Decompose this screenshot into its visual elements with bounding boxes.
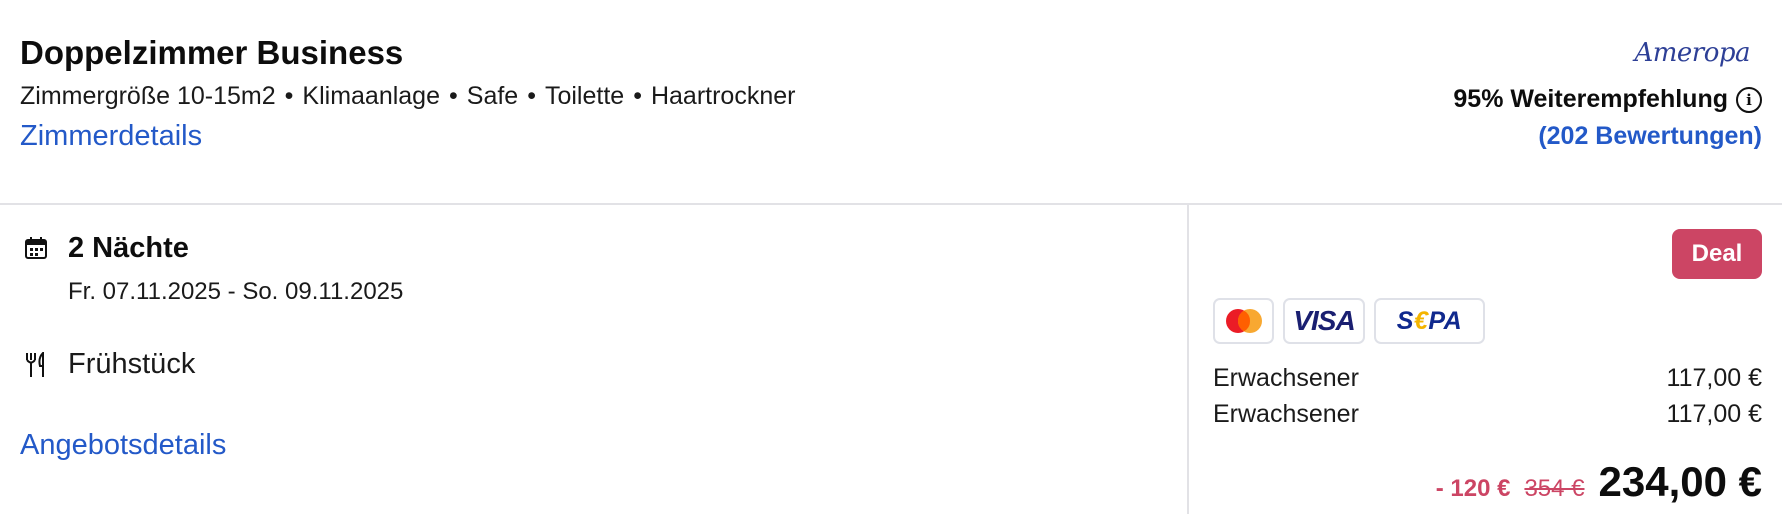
sepa-text-euro: € — [1413, 306, 1429, 335]
provider-logo: Ameropa — [1634, 38, 1750, 68]
room-details-link[interactable]: Zimmerdetails — [20, 120, 202, 153]
reviews-link[interactable]: (202 Bewertungen) — [1538, 122, 1762, 151]
calendar-icon — [25, 237, 47, 259]
price-row-value: 117,00 € — [1666, 400, 1762, 428]
nights-count: 2 Nächte — [68, 232, 189, 264]
separator-dot: • — [284, 82, 294, 110]
deal-badge: Deal — [1672, 229, 1762, 279]
feature-hairdryer: Haartrockner — [650, 82, 796, 110]
feature-aircon: Klimaanlage — [302, 82, 440, 110]
room-title: Doppelzimmer Business — [20, 34, 404, 71]
separator-dot: • — [633, 82, 642, 110]
price-row: Erwachsener 117,00 € — [1213, 400, 1762, 429]
price-row-label: Erwachsener — [1213, 364, 1359, 392]
info-icon[interactable]: i — [1736, 86, 1762, 113]
sepa-text-s: S — [1396, 306, 1414, 335]
fork-knife-icon — [26, 352, 44, 377]
price-row-value: 117,00 € — [1666, 364, 1762, 392]
sepa-icon: S € PA — [1374, 298, 1485, 344]
discount-amount: - 120 € — [1435, 475, 1511, 502]
feature-safe: Safe — [466, 82, 519, 110]
visa-text: VISA — [1293, 305, 1355, 336]
recommendation: 95% Weiterempfehlung i — [1453, 85, 1762, 114]
separator-dot: • — [449, 82, 458, 110]
offer-details-link[interactable]: Angebotsdetails — [20, 429, 226, 462]
visa-icon: VISA — [1283, 298, 1365, 344]
board-type: Frühstück — [68, 348, 196, 380]
feature-toilet: Toilette — [544, 82, 625, 110]
price-row: Erwachsener 117,00 € — [1213, 364, 1762, 393]
mastercard-icon — [1213, 298, 1274, 344]
stay-dates: Fr. 07.11.2025 - So. 09.11.2025 — [68, 278, 404, 305]
payment-methods: VISA S € PA — [1213, 298, 1485, 344]
price-row-label: Erwachsener — [1213, 400, 1359, 428]
price-totals: - 120 € 354 € 234,00 € — [1436, 458, 1762, 506]
room-features: Zimmergröße 10-15m2 • Klimaanlage • Safe • Toi… — [20, 82, 795, 111]
original-price: 354 € — [1524, 475, 1585, 502]
column-divider — [1187, 203, 1189, 514]
feature-size: Zimmergröße 10-15m2 — [20, 82, 276, 110]
sepa-text-pa: PA — [1428, 306, 1463, 335]
total-price: 234,00 € — [1598, 458, 1763, 505]
room-header: Doppelzimmer Business Zimmergröße 10-15m… — [0, 0, 1782, 205]
recommendation-text: 95% Weiterempfehlung — [1453, 85, 1728, 113]
separator-dot: • — [527, 82, 536, 110]
